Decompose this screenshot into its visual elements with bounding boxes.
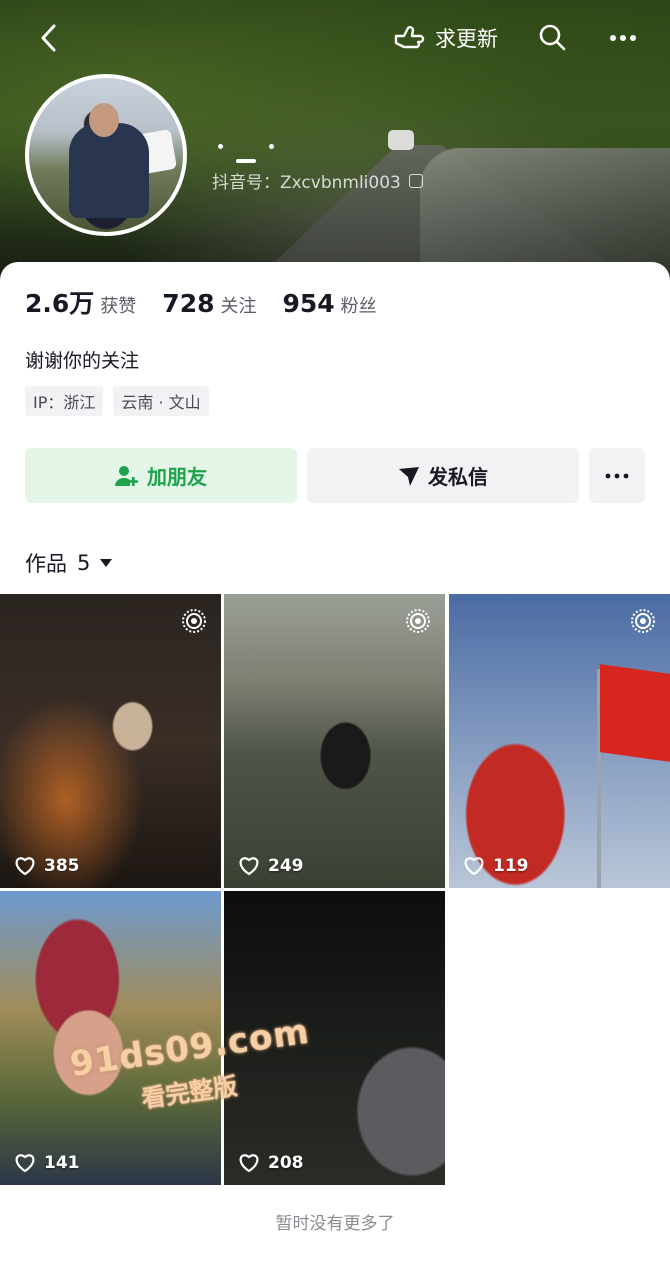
live-photo-icon <box>406 609 430 633</box>
live-photo-icon <box>631 609 655 633</box>
profile-actions: 加朋友 发私信 <box>25 448 645 503</box>
more-options-button[interactable] <box>608 23 638 53</box>
video-likes: 141 <box>14 1153 80 1173</box>
add-user-icon <box>115 465 138 486</box>
avatar[interactable] <box>25 74 187 236</box>
video-likes-count: 249 <box>268 856 304 876</box>
region-tag[interactable]: 云南 · 文山 <box>113 386 209 416</box>
video-likes-count: 119 <box>493 856 529 876</box>
search-button[interactable] <box>538 23 568 53</box>
send-message-button[interactable]: 发私信 <box>307 448 579 503</box>
request-update-button[interactable]: 求更新 <box>393 23 498 53</box>
ip-location-tag: IP：浙江 <box>25 386 104 416</box>
video-likes: 249 <box>238 856 304 876</box>
stat-followers[interactable]: 954 粉丝 <box>282 289 376 318</box>
stat-followers-label: 粉丝 <box>340 296 377 317</box>
top-bar: 求更新 <box>0 18 670 58</box>
video-tile[interactable]: 385 <box>0 594 221 888</box>
video-likes-count: 141 <box>44 1153 80 1173</box>
heart-icon <box>239 857 259 876</box>
stat-likes: 2.6万 获赞 <box>25 284 136 320</box>
more-dots-icon <box>610 35 636 41</box>
profile-card: 2.6万 获赞 728 关注 954 粉丝 谢谢你的关注 IP：浙江 云南 · … <box>0 262 670 1279</box>
douyin-id[interactable]: 抖音号：Zxcvbnmli003 <box>212 168 423 193</box>
video-likes-count: 385 <box>44 856 80 876</box>
back-arrow-icon <box>41 24 56 52</box>
more-actions-button[interactable] <box>589 448 645 503</box>
request-update-label: 求更新 <box>435 27 498 51</box>
pointing-hand-icon <box>394 26 425 49</box>
avatar-head <box>89 103 119 137</box>
paper-plane-icon <box>399 466 419 486</box>
add-friend-label: 加朋友 <box>147 465 207 489</box>
add-friend-button[interactable]: 加朋友 <box>25 448 297 503</box>
send-message-label: 发私信 <box>428 465 488 489</box>
video-tile[interactable]: 119 <box>449 594 670 888</box>
live-photo-icon <box>182 609 206 633</box>
end-of-list-text: 暂时没有更多了 <box>275 1214 395 1234</box>
heart-icon <box>239 1154 259 1173</box>
stat-likes-label: 获赞 <box>100 296 137 317</box>
stat-following-number: 728 <box>162 289 215 318</box>
video-tile[interactable]: 249 <box>224 594 445 888</box>
works-tab-header[interactable]: 作品 5 <box>25 548 113 578</box>
heart-icon <box>15 857 35 876</box>
video-likes: 119 <box>463 856 529 876</box>
cover-page-indicator <box>218 136 275 163</box>
search-icon <box>539 24 566 51</box>
douyin-id-text: 抖音号：Zxcvbnmli003 <box>212 173 401 193</box>
profile-bio: 谢谢你的关注 <box>25 350 140 372</box>
back-button[interactable] <box>34 20 66 56</box>
stat-following[interactable]: 728 关注 <box>162 289 256 318</box>
avatar-person <box>69 123 149 218</box>
video-likes: 208 <box>238 1153 304 1173</box>
video-likes-count: 208 <box>268 1153 304 1173</box>
stat-likes-number: 2.6万 <box>25 289 95 318</box>
works-count: 5 <box>77 551 91 575</box>
dropdown-caret-icon <box>100 559 113 567</box>
video-likes: 385 <box>14 856 80 876</box>
works-title: 作品 <box>25 552 67 576</box>
heart-icon <box>464 857 484 876</box>
stat-following-label: 关注 <box>220 296 257 317</box>
profile-stats: 2.6万 获赞 728 关注 954 粉丝 <box>25 284 403 320</box>
flag <box>600 664 670 762</box>
copy-icon[interactable] <box>408 173 423 188</box>
profile-tags: IP：浙江 云南 · 文山 <box>25 386 219 416</box>
stat-followers-number: 954 <box>282 289 335 318</box>
heart-icon <box>15 1154 35 1173</box>
more-dots-icon <box>605 473 629 478</box>
